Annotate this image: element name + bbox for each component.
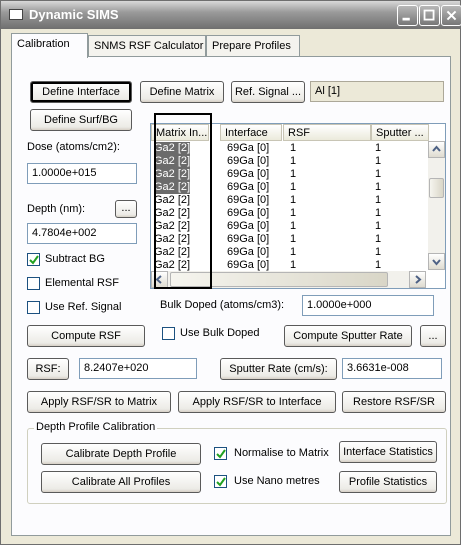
normalise-to-matrix-checkbox[interactable] (214, 447, 227, 460)
matrix-column-highlight (154, 113, 212, 289)
apply-to-matrix-button[interactable]: Apply RSF/SR to Matrix (27, 391, 171, 413)
ref-signal-field: Al [1] (310, 81, 444, 102)
table-cell: 1 (290, 220, 297, 232)
sputter-more-button[interactable]: ... (420, 325, 446, 347)
depth-label: Depth (nm): (27, 203, 86, 215)
table-cell: 69Ga [0] (227, 246, 270, 258)
profile-statistics-button[interactable]: Profile Statistics (339, 471, 437, 493)
table-cell: 69Ga [0] (227, 168, 270, 180)
app-icon (9, 9, 23, 20)
table-cell: 1 (290, 142, 297, 154)
tab-snms-rsf-calculator[interactable]: SNMS RSF Calculator (88, 35, 206, 57)
table-cell: 1 (290, 168, 297, 180)
column-header-sputter[interactable]: Sputter ... (371, 124, 429, 141)
table-cell: 69Ga [0] (227, 220, 270, 232)
table-cell: 1 (375, 220, 382, 232)
vertical-scroll-thumb[interactable] (429, 178, 444, 198)
table-cell: 1 (375, 246, 382, 258)
use-ref-signal-checkbox[interactable] (27, 301, 40, 314)
checkmark-icon (216, 477, 226, 487)
table-cell: 1 (290, 207, 297, 219)
depth-profile-calibration-group: Depth Profile Calibration Calibrate Dept… (27, 421, 447, 504)
column-header-interface[interactable]: Interface (220, 124, 282, 141)
table-cell: 1 (375, 168, 382, 180)
table-cell: 1 (375, 207, 382, 219)
bulk-doped-input[interactable]: 1.0000e+000 (302, 295, 434, 316)
chevron-down-icon (432, 259, 441, 266)
title-bar[interactable]: Dynamic SIMS (1, 1, 461, 29)
table-cell: 69Ga [0] (227, 194, 270, 206)
table-cell: 1 (375, 181, 382, 193)
close-icon (446, 10, 457, 21)
table-cell: 1 (290, 181, 297, 193)
rsf-value-input[interactable]: 8.2407e+020 (79, 358, 197, 379)
scroll-down-button[interactable] (428, 253, 445, 270)
column-header-rsf[interactable]: RSF (283, 124, 371, 141)
calibration-panel: Define Interface Define Matrix Ref. Sign… (11, 56, 451, 536)
checkmark-icon (216, 449, 226, 459)
calibrate-all-profiles-button[interactable]: Calibrate All Profiles (41, 471, 201, 493)
use-bulk-doped-label: Use Bulk Doped (180, 327, 260, 339)
apply-to-interface-button[interactable]: Apply RSF/SR to Interface (178, 391, 336, 413)
depth-browse-button[interactable]: ... (115, 200, 137, 218)
vertical-scrollbar[interactable] (428, 141, 445, 270)
dose-input[interactable]: 1.0000e+015 (27, 163, 137, 184)
table-cell: 1 (375, 142, 382, 154)
tab-calibration[interactable]: Calibration (11, 33, 88, 58)
use-ref-signal-label: Use Ref. Signal (45, 301, 122, 313)
window-title: Dynamic SIMS (29, 7, 119, 22)
table-cell: 69Ga [0] (227, 207, 270, 219)
table-cell: 1 (290, 155, 297, 167)
dose-label: Dose (atoms/cm2): (27, 141, 120, 153)
maximize-button[interactable] (419, 5, 440, 26)
define-matrix-button[interactable]: Define Matrix (140, 81, 224, 103)
minimize-button[interactable] (397, 5, 418, 26)
use-nano-metres-checkbox[interactable] (214, 475, 227, 488)
rsf-button[interactable]: RSF: (27, 358, 69, 380)
define-surf-bg-button[interactable]: Define Surf/BG (30, 109, 132, 131)
use-nano-metres-label: Use Nano metres (234, 475, 320, 487)
table-cell: 1 (375, 155, 382, 167)
chevron-up-icon (432, 145, 441, 152)
tab-prepare-profiles[interactable]: Prepare Profiles (206, 35, 300, 57)
main-window: Dynamic SIMS Calibration SNMS RSF Calcul… (0, 0, 461, 545)
elemental-rsf-checkbox[interactable] (27, 277, 40, 290)
table-cell: 69Ga [0] (227, 181, 270, 193)
maximize-icon (423, 9, 435, 21)
restore-rsf-sr-button[interactable]: Restore RSF/SR (342, 391, 446, 413)
depth-calibration-legend: Depth Profile Calibration (34, 421, 158, 433)
table-cell: 69Ga [0] (227, 233, 270, 245)
elemental-rsf-label: Elemental RSF (45, 277, 119, 289)
table-cell: 1 (290, 233, 297, 245)
compute-sputter-rate-button[interactable]: Compute Sputter Rate (284, 325, 412, 347)
depth-input[interactable]: 4.7804e+002 (27, 223, 137, 244)
use-bulk-doped-checkbox[interactable] (162, 327, 175, 340)
table-cell: 69Ga [0] (227, 142, 270, 154)
sputter-rate-input[interactable]: 3.6631e-008 (342, 358, 442, 379)
scroll-right-button[interactable] (409, 271, 426, 288)
compute-rsf-button[interactable]: Compute RSF (27, 325, 145, 347)
table-cell: 1 (290, 246, 297, 258)
minimize-icon (402, 17, 410, 21)
subtract-bg-label: Subtract BG (45, 253, 105, 265)
bulk-doped-label: Bulk Doped (atoms/cm3): (160, 299, 285, 311)
table-cell: 1 (375, 233, 382, 245)
ref-signal-button[interactable]: Ref. Signal ... (231, 81, 305, 103)
define-interface-button[interactable]: Define Interface (30, 81, 132, 103)
table-cell: 1 (375, 194, 382, 206)
close-button[interactable] (441, 5, 461, 26)
checkmark-icon (29, 255, 39, 265)
sputter-rate-button[interactable]: Sputter Rate (cm/s): (220, 358, 337, 380)
interface-statistics-button[interactable]: Interface Statistics (339, 441, 437, 463)
normalise-to-matrix-label: Normalise to Matrix (234, 447, 329, 459)
scroll-up-button[interactable] (428, 141, 445, 158)
chevron-right-icon (415, 275, 422, 284)
subtract-bg-checkbox[interactable] (27, 253, 40, 266)
table-cell: 69Ga [0] (227, 155, 270, 167)
calibrate-depth-profile-button[interactable]: Calibrate Depth Profile (41, 443, 201, 465)
table-cell: 1 (290, 194, 297, 206)
